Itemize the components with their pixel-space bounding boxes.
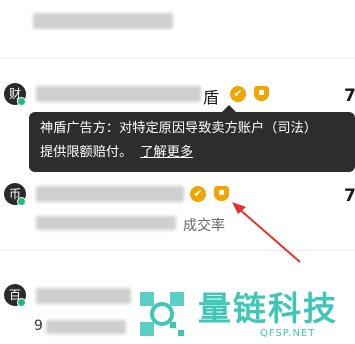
tooltip-text-2: 提供限额赔付。 xyxy=(40,145,133,160)
divider xyxy=(0,58,355,59)
watermark-logo-icon xyxy=(140,292,184,336)
online-status-icon xyxy=(17,97,26,106)
tooltip-caret xyxy=(222,105,236,112)
online-status-icon xyxy=(17,298,26,307)
tooltip-text: 神盾广告方：对特定原因导致卖方账户（司法） xyxy=(40,121,317,136)
shield-icon[interactable] xyxy=(214,186,229,201)
blurred-name xyxy=(36,186,184,202)
verified-check-icon[interactable]: ✔ xyxy=(230,86,246,102)
price: 7 xyxy=(344,186,355,206)
divider xyxy=(0,250,355,251)
watermark-subtitle: QFSP.NET xyxy=(260,328,316,339)
verified-check-icon[interactable]: ✔ xyxy=(190,186,206,202)
stats-partial: 9 xyxy=(34,318,43,334)
learn-more-link[interactable]: 了解更多 xyxy=(140,145,193,160)
completion-rate-label: 成交率 xyxy=(183,218,225,234)
merchant-name: 盾 xyxy=(203,88,220,107)
blurred-name xyxy=(36,86,201,102)
watermark-title: 量链科技 xyxy=(198,289,338,328)
blurred-stats xyxy=(36,216,176,230)
blurred-text xyxy=(33,13,173,29)
blurred-name xyxy=(36,288,131,304)
shield-tooltip: 神盾广告方：对特定原因导致卖方账户（司法） 提供限额赔付。 了解更多 xyxy=(29,105,355,172)
blurred-stats xyxy=(46,320,126,334)
online-status-icon xyxy=(17,197,26,206)
shield-icon[interactable] xyxy=(254,86,269,101)
price: 7 xyxy=(344,86,355,106)
